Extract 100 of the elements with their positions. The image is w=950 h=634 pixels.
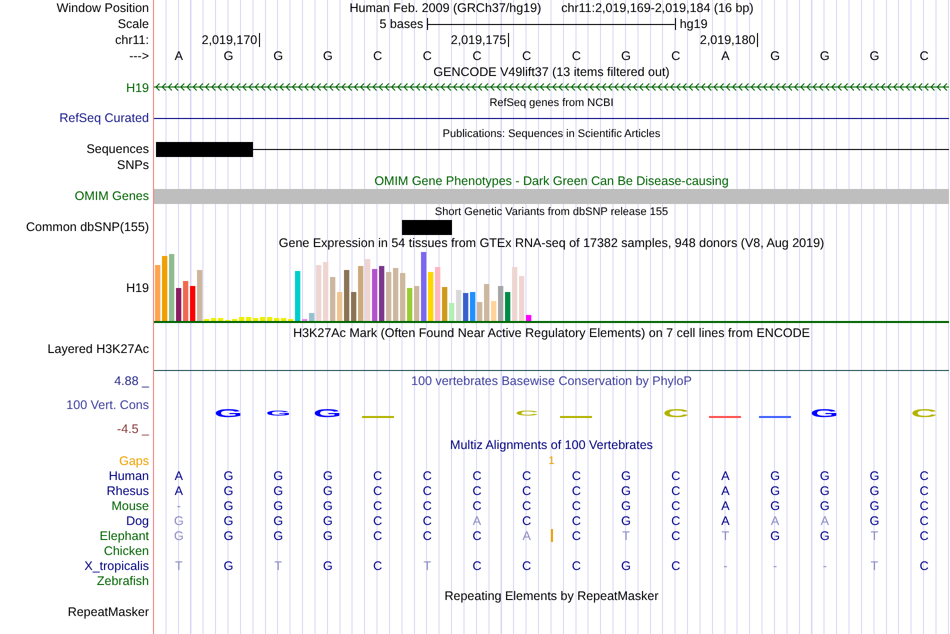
track-title: chr11:2,019,169-2,019,184 (16 bp) xyxy=(561,1,754,15)
expression-bar xyxy=(484,284,490,321)
gap-count: 1 xyxy=(548,454,556,466)
aligned-base: G xyxy=(222,484,234,498)
track-label: OMIM Genes xyxy=(74,189,149,203)
aligned-base: - xyxy=(722,558,728,572)
expression-bar xyxy=(379,266,384,321)
track-label: H19 xyxy=(126,280,149,294)
aligned-base: C xyxy=(372,498,384,512)
ruler-tick-label: 2,019,175 xyxy=(450,33,510,47)
aligned-base: G xyxy=(272,514,284,528)
aligned-base: A xyxy=(720,484,731,498)
aligned-base: G xyxy=(620,484,632,498)
aligned-base: G xyxy=(322,528,334,542)
aligned-base: C xyxy=(471,558,482,572)
track-label: Common dbSNP(155) xyxy=(26,220,149,234)
expression-bar xyxy=(393,268,398,321)
aligned-base: C xyxy=(372,514,384,528)
aligned-base: C xyxy=(471,468,482,482)
logo-letter: G xyxy=(214,409,243,417)
track-title: Multiz Alignments of 100 Vertebrates xyxy=(450,438,653,452)
aligned-base: G xyxy=(620,468,632,482)
base-letter: C xyxy=(572,49,581,63)
track-label: Window Position xyxy=(56,1,149,15)
expression-bar xyxy=(365,259,370,321)
track-label: 100 Vert. Cons xyxy=(66,398,149,412)
base-letter: G xyxy=(323,49,333,63)
expression-bar xyxy=(211,318,216,321)
aligned-base: A xyxy=(720,498,731,512)
aligned-base: G xyxy=(818,468,831,482)
aligned-base: C xyxy=(918,484,930,498)
expression-bar xyxy=(477,302,482,321)
aligned-base: C xyxy=(918,528,930,542)
base-letter: G xyxy=(870,49,880,63)
aligned-base: C xyxy=(422,468,433,482)
expression-bar xyxy=(169,254,174,321)
variant-block xyxy=(402,220,452,234)
base-letter: G xyxy=(820,49,830,63)
aligned-base: T xyxy=(870,558,880,572)
logo-letter: C xyxy=(662,409,689,417)
aligned-base: C xyxy=(422,498,433,512)
scale-text: 5 bases xyxy=(380,17,424,31)
expression-bar xyxy=(337,292,342,321)
base-letter: A xyxy=(721,49,730,63)
aligned-base: C xyxy=(670,484,682,498)
expression-bar xyxy=(421,252,426,321)
aligned-base: C xyxy=(521,468,532,482)
aligned-base: G xyxy=(272,498,284,512)
track-label: Scale xyxy=(118,17,149,31)
base-letter: G xyxy=(770,49,780,63)
track-label: RefSeq Curated xyxy=(59,111,149,125)
track-label: RepeatMasker xyxy=(68,605,149,619)
aligned-base: G xyxy=(868,514,880,528)
track-title: 100 vertebrates Basewise Conservation by PhyloP xyxy=(411,374,692,388)
base-letter: G xyxy=(273,49,284,63)
aligned-base: T xyxy=(174,558,184,572)
aligned-base: A xyxy=(174,468,184,482)
expression-bar xyxy=(442,287,448,321)
track-label: Gaps xyxy=(119,454,149,468)
assembly-text: hg19 xyxy=(680,17,708,31)
aligned-base: C xyxy=(471,484,482,498)
base-letter: G xyxy=(621,49,631,63)
track-label: Layered H3K27Ac xyxy=(48,342,149,356)
aligned-base: G xyxy=(769,468,781,482)
base-letter: C xyxy=(671,49,680,63)
aligned-base: G xyxy=(322,514,334,528)
aligned-base: C xyxy=(570,498,582,512)
aligned-base: T xyxy=(621,528,631,542)
aligned-base: G xyxy=(620,514,632,528)
expression-bar xyxy=(526,315,532,321)
track-title: Human Feb. 2009 (GRCh37/hg19) xyxy=(349,1,542,15)
aligned-base: C xyxy=(570,558,582,572)
expression-bar xyxy=(456,290,462,321)
aligned-base: G xyxy=(322,484,334,498)
aligned-base: G xyxy=(818,498,831,512)
expression-bar xyxy=(498,286,504,321)
expression-bar xyxy=(155,265,160,321)
base-letter: C xyxy=(422,49,432,63)
aligned-base: G xyxy=(868,498,880,512)
track-label: chr11: xyxy=(115,33,149,47)
expression-bar xyxy=(218,318,224,321)
aligned-base: C xyxy=(521,558,532,572)
aligned-base: G xyxy=(868,484,880,498)
aligned-base: T xyxy=(870,528,880,542)
aligned-base: G xyxy=(222,468,234,482)
base-letter: G xyxy=(224,49,234,63)
expression-bar xyxy=(260,317,266,321)
aligned-base: G xyxy=(620,558,632,572)
track-label: H19 xyxy=(126,80,149,94)
track-title: RefSeq genes from NCBI xyxy=(489,96,614,110)
expression-bar xyxy=(407,288,412,321)
expression-bar xyxy=(470,292,476,321)
aligned-base: A xyxy=(174,484,184,498)
base-letter: A xyxy=(174,49,184,63)
aligned-base: G xyxy=(272,468,284,482)
expression-bar xyxy=(323,262,328,321)
expression-bar xyxy=(274,318,280,321)
track-title: Publications: Sequences in Scientific Articles xyxy=(442,126,660,140)
aligned-base: G xyxy=(620,498,632,512)
logo-letter: G xyxy=(810,409,839,417)
